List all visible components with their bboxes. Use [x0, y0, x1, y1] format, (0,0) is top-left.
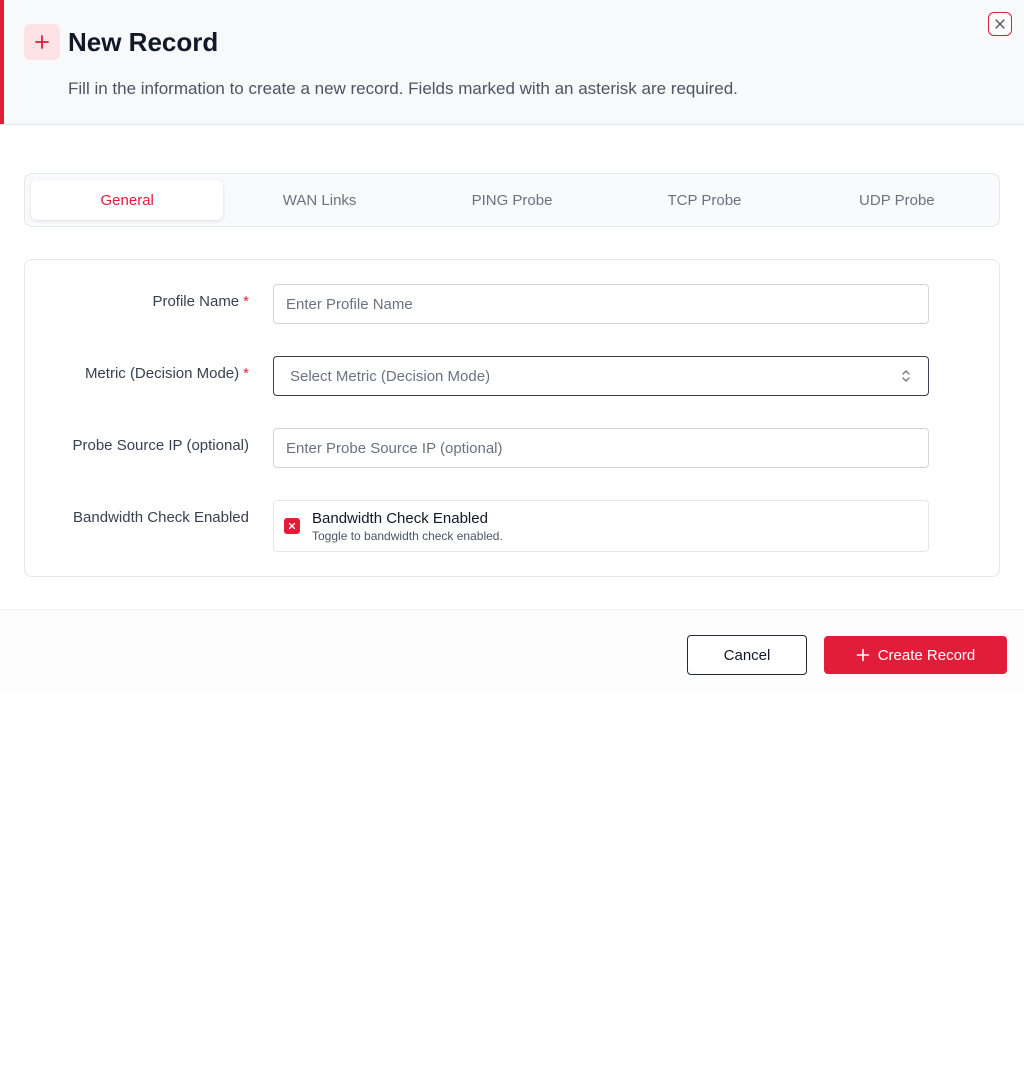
form-card: Profile Name* Metric (Decision Mode)* Se…: [24, 259, 1000, 577]
bandwidth-check-checkbox[interactable]: [284, 518, 300, 534]
metric-select-value: Select Metric (Decision Mode): [290, 367, 491, 385]
tab-udp-probe[interactable]: UDP Probe: [801, 180, 993, 220]
plus-icon: [856, 648, 870, 662]
metric-label: Metric (Decision Mode) *: [85, 365, 249, 382]
tab-general[interactable]: General: [31, 180, 224, 220]
required-marker: *: [243, 365, 249, 382]
dialog-footer: Cancel Create Record: [0, 609, 1024, 691]
required-marker: *: [243, 293, 249, 310]
chevron-up-down-icon: [902, 370, 910, 382]
cancel-button[interactable]: Cancel: [687, 635, 807, 675]
bandwidth-check-description: Toggle to bandwidth check enabled.: [312, 529, 503, 543]
create-record-label: Create Record: [877, 646, 976, 664]
dialog-title: New Record: [68, 27, 219, 57]
metric-label-text: Metric (Decision Mode): [84, 365, 240, 382]
metric-select[interactable]: Select Metric (Decision Mode): [273, 356, 929, 396]
probe-source-ip-label: Probe Source IP (optional): [72, 437, 250, 454]
bandwidth-check-label: Bandwidth Check Enabled: [73, 509, 249, 526]
tab-ping-probe[interactable]: PING Probe: [416, 180, 608, 220]
bandwidth-check-title: Bandwidth Check Enabled: [312, 510, 488, 527]
tab-bar: General WAN Links PING Probe TCP Probe U…: [24, 173, 1000, 227]
close-button[interactable]: [988, 12, 1012, 36]
profile-name-input[interactable]: [286, 295, 928, 313]
profile-name-field[interactable]: [273, 284, 929, 324]
create-record-button[interactable]: Create Record: [824, 636, 1007, 674]
bandwidth-check-toggle[interactable]: Bandwidth Check Enabled Toggle to bandwi…: [273, 500, 929, 552]
profile-name-label-text: Profile Name: [152, 293, 240, 310]
probe-source-ip-field[interactable]: [273, 428, 929, 468]
dialog-header: New Record Fill in the information to cr…: [0, 0, 1024, 125]
probe-source-ip-input[interactable]: [286, 439, 928, 457]
plus-icon: [24, 24, 60, 60]
tab-wan-links[interactable]: WAN Links: [223, 180, 415, 220]
profile-name-label: Profile Name *: [152, 293, 249, 310]
tab-tcp-probe[interactable]: TCP Probe: [608, 180, 800, 220]
dialog-subtitle: Fill in the information to create a new …: [68, 79, 738, 98]
x-mark-icon: [288, 522, 296, 530]
close-icon: [995, 19, 1005, 29]
header-accent-bar: [0, 0, 4, 124]
